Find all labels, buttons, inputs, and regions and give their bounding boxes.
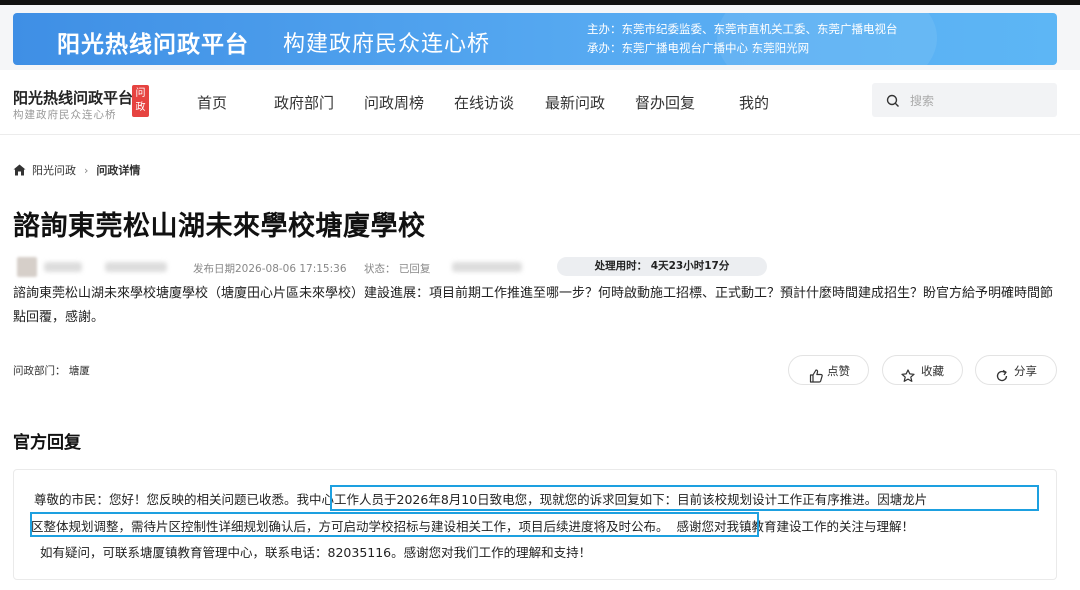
banner-organizer: 承办：东莞广播电视台广播中心 东莞阳光网: [587, 41, 810, 55]
page-title: 諮詢東莞松山湖未來學校塘廈學校: [13, 211, 426, 242]
department: 问政部门： 塘厦: [13, 365, 90, 377]
reply-greeting: 尊敬的市民：您好！您反映的相关问题已收悉。: [34, 492, 297, 507]
nav-mine[interactable]: 我的: [739, 92, 769, 113]
banner-title: 阳光热线问政平台: [57, 32, 249, 58]
favorite-button[interactable]: 收藏: [882, 355, 963, 385]
logo-subtitle: 构建政府民众连心桥: [13, 109, 117, 121]
highlight-box-1: [330, 485, 1039, 511]
banner-info: 主办：东莞市纪委监委、东莞市直机关工委、东莞广播电视台 承办：东莞广播电视台广播…: [587, 20, 898, 58]
post-meta: 发布日期2026-08-06 17:15:36 状态： 已回复 处理用时： 4天…: [0, 256, 1080, 277]
official-reply-box: 尊敬的市民：您好！您反映的相关问题已收悉。我中心工作人员于2026年8月10日致…: [13, 469, 1057, 580]
like-button[interactable]: 点赞: [788, 355, 869, 385]
blurred-info: [105, 262, 167, 272]
main-content: 阳光问政 › 问政详情 諮詢東莞松山湖未來學校塘廈學校 发布日期2026-08-06…: [0, 135, 1080, 590]
nav-departments[interactable]: 政府部门: [274, 92, 334, 113]
blurred-info-2: [452, 262, 522, 272]
logo-title[interactable]: 阳光热线问政平台: [13, 87, 133, 108]
search-box[interactable]: 搜索: [872, 83, 1057, 117]
nav-latest[interactable]: 最新问政: [545, 92, 605, 113]
nav-online-interview[interactable]: 在线访谈: [454, 92, 514, 113]
nav-weekly-ranking[interactable]: 问政周榜: [364, 92, 424, 113]
share-icon: [995, 364, 1009, 394]
highlight-box-2: [30, 512, 759, 537]
nav-supervision-reply[interactable]: 督办回复: [635, 92, 695, 113]
home-icon: [13, 164, 26, 179]
favorite-label: 收藏: [921, 364, 944, 378]
breadcrumb-home[interactable]: 阳光问政: [32, 164, 76, 177]
top-bar: [0, 0, 1080, 5]
post-content: 諮詢東莞松山湖未來學校塘廈學校（塘廈田心片區未來學校）建設進展：項目前期工作推進…: [13, 286, 1054, 325]
official-reply-title: 官方回复: [13, 433, 81, 453]
publish-date: 发布日期2026-08-06 17:15:36: [193, 263, 347, 275]
banner-subtitle: 构建政府民众连心桥: [283, 32, 491, 57]
search-input[interactable]: 搜索: [910, 92, 934, 109]
share-button[interactable]: 分享: [975, 355, 1057, 385]
site-header: 阳光热线问政平台 构建政府民众连心桥 问政 首页 政府部门 问政周榜 在线访谈 …: [0, 70, 1080, 135]
logo-badge: 问政: [132, 85, 149, 117]
search-icon: [886, 93, 900, 112]
chevron-right-icon: ›: [84, 164, 89, 177]
share-label: 分享: [1014, 364, 1037, 378]
star-icon: [901, 364, 915, 394]
reply-line-3: 如有疑问，可联系塘厦镇教育管理中心，联系电话：82035116。感谢您对我们工作…: [40, 545, 592, 560]
avatar: [17, 257, 37, 277]
banner-sponsor: 主办：东莞市纪委监委、东莞市直机关工委、东莞广播电视台: [587, 22, 898, 36]
blurred-username: [44, 262, 82, 272]
breadcrumb: 阳光问政 › 问政详情: [13, 162, 140, 179]
nav-home[interactable]: 首页: [197, 92, 227, 113]
thumbs-up-icon: [809, 364, 823, 394]
processing-time-badge: 处理用时： 4天23小时17分: [557, 257, 767, 276]
like-label: 点赞: [827, 364, 850, 378]
site-banner: 阳光热线问政平台 构建政府民众连心桥 主办：东莞市纪委监委、东莞市直机关工委、东…: [13, 13, 1057, 65]
breadcrumb-current: 问政详情: [96, 164, 141, 177]
status-text: 状态： 已回复: [364, 263, 431, 275]
